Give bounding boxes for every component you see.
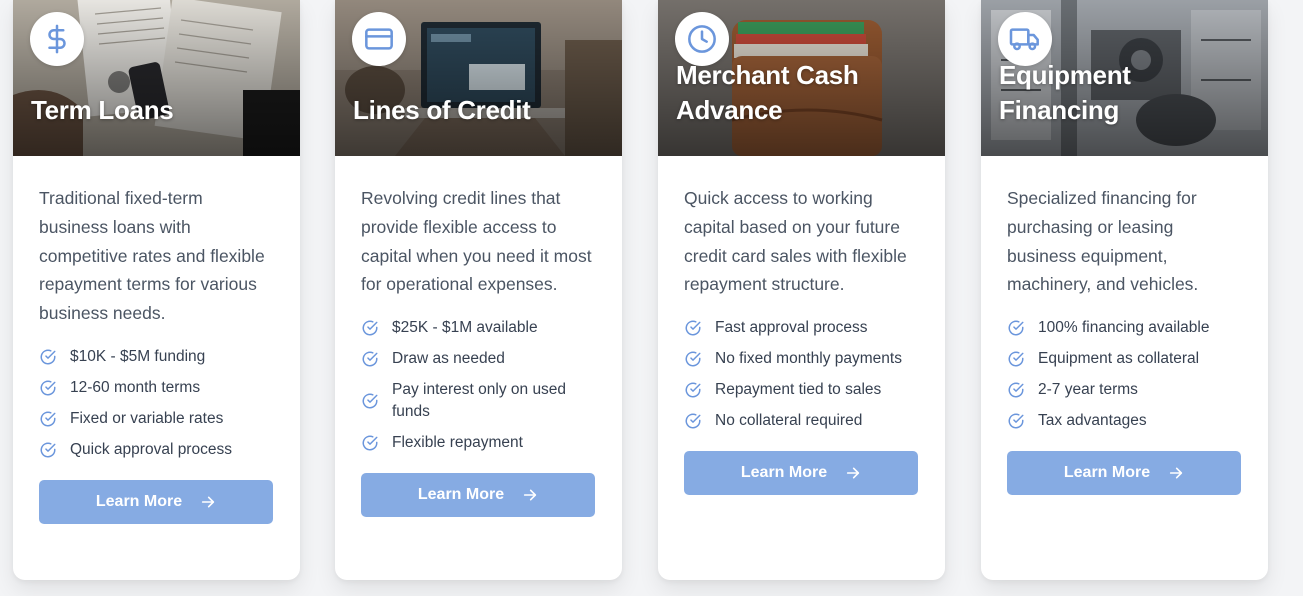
feature-list: Fast approval process No fixed monthly p… bbox=[684, 317, 919, 432]
feature-item: Tax advantages bbox=[1007, 410, 1242, 432]
feature-list: $25K - $1M available Draw as needed Pay … bbox=[361, 317, 596, 454]
feature-text: Repayment tied to sales bbox=[715, 381, 882, 399]
feature-item: Flexible repayment bbox=[361, 432, 596, 454]
arrow-right-icon bbox=[845, 465, 861, 481]
check-circle-icon bbox=[39, 410, 57, 428]
learn-more-button[interactable]: Learn More bbox=[1007, 451, 1241, 496]
feature-text: Quick approval process bbox=[70, 440, 232, 458]
card-description: Revolving credit lines that provide flex… bbox=[361, 188, 592, 295]
card-header-image: Term Loans bbox=[13, 0, 300, 156]
arrow-right-icon bbox=[200, 494, 216, 510]
card-title: Equipment Financing bbox=[999, 60, 1131, 125]
card-description: Quick access to working capital based on… bbox=[684, 188, 907, 295]
feature-text: Tax advantages bbox=[1038, 412, 1147, 430]
card-body: Specialized financing for purchasing or … bbox=[981, 156, 1268, 496]
feature-text: Pay interest only on used funds bbox=[392, 381, 567, 421]
product-card-term-loans: Term Loans Traditional fixed-term busine… bbox=[13, 0, 300, 580]
feature-item: Pay interest only on used funds bbox=[361, 379, 596, 423]
feature-item: 2-7 year terms bbox=[1007, 379, 1242, 401]
product-card-equipment-financing: Equipment Financing Specialized financin… bbox=[981, 0, 1268, 580]
check-circle-icon bbox=[1007, 412, 1025, 430]
check-circle-icon bbox=[1007, 350, 1025, 368]
loan-products-grid: Term Loans Traditional fixed-term busine… bbox=[0, 0, 1303, 596]
feature-item: 100% financing available bbox=[1007, 317, 1242, 339]
button-label: Learn More bbox=[1063, 464, 1151, 482]
dollar-icon bbox=[30, 12, 84, 66]
feature-item: $25K - $1M available bbox=[361, 317, 596, 339]
check-circle-icon bbox=[361, 319, 379, 337]
feature-item: Quick approval process bbox=[39, 439, 274, 461]
check-circle-icon bbox=[39, 441, 57, 459]
feature-text: No collateral required bbox=[715, 412, 863, 430]
feature-item: Fast approval process bbox=[684, 317, 919, 339]
feature-text: Fast approval process bbox=[715, 319, 868, 337]
feature-text: 12-60 month terms bbox=[70, 378, 201, 396]
card-description: Specialized financing for purchasing or … bbox=[1007, 188, 1199, 295]
feature-list: 100% financing available Equipment as co… bbox=[1007, 317, 1242, 432]
feature-text: 100% financing available bbox=[1038, 319, 1210, 337]
feature-text: Draw as needed bbox=[392, 350, 505, 368]
feature-text: $25K - $1M available bbox=[392, 319, 538, 337]
check-circle-icon bbox=[684, 412, 702, 430]
check-circle-icon bbox=[39, 348, 57, 366]
feature-item: Equipment as collateral bbox=[1007, 348, 1242, 370]
product-card-merchant-cash-advance: Merchant Cash Advance Quick access to wo… bbox=[658, 0, 945, 580]
feature-text: Fixed or variable rates bbox=[70, 409, 224, 427]
feature-item: 12-60 month terms bbox=[39, 377, 274, 399]
check-circle-icon bbox=[361, 392, 379, 410]
check-circle-icon bbox=[361, 350, 379, 368]
learn-more-button[interactable]: Learn More bbox=[684, 451, 918, 496]
card-title: Merchant Cash Advance bbox=[676, 60, 859, 125]
product-card-lines-of-credit: Lines of Credit Revolving credit lines t… bbox=[335, 0, 622, 580]
feature-text: Flexible repayment bbox=[392, 434, 523, 452]
card-header-image: Lines of Credit bbox=[335, 0, 622, 156]
feature-item: $10K - $5M funding bbox=[39, 346, 274, 368]
feature-item: Fixed or variable rates bbox=[39, 408, 274, 430]
learn-more-button[interactable]: Learn More bbox=[39, 479, 273, 524]
arrow-right-icon bbox=[522, 487, 538, 503]
card-body: Traditional fixed-term business loans wi… bbox=[13, 156, 300, 524]
arrow-right-icon bbox=[1168, 465, 1184, 481]
feature-text: 2-7 year terms bbox=[1038, 381, 1138, 399]
learn-more-button[interactable]: Learn More bbox=[361, 473, 595, 518]
check-circle-icon bbox=[684, 381, 702, 399]
feature-item: Repayment tied to sales bbox=[684, 379, 919, 401]
card-header-image: Equipment Financing bbox=[981, 0, 1268, 156]
button-label: Learn More bbox=[417, 486, 505, 504]
feature-text: Equipment as collateral bbox=[1038, 350, 1200, 368]
feature-list: $10K - $5M funding 12-60 month terms Fix… bbox=[39, 346, 274, 461]
button-label: Learn More bbox=[95, 492, 183, 510]
check-circle-icon bbox=[39, 379, 57, 397]
feature-text: No fixed monthly payments bbox=[715, 350, 902, 368]
card-body: Quick access to working capital based on… bbox=[658, 156, 945, 496]
card-body: Revolving credit lines that provide flex… bbox=[335, 156, 622, 518]
check-circle-icon bbox=[361, 434, 379, 452]
feature-text: $10K - $5M funding bbox=[70, 347, 206, 365]
check-circle-icon bbox=[684, 350, 702, 368]
card-title: Lines of Credit bbox=[353, 95, 531, 125]
button-label: Learn More bbox=[740, 464, 828, 482]
feature-item: Draw as needed bbox=[361, 348, 596, 370]
feature-item: No collateral required bbox=[684, 410, 919, 432]
feature-item: No fixed monthly payments bbox=[684, 348, 919, 370]
check-circle-icon bbox=[684, 319, 702, 337]
card-header-image: Merchant Cash Advance bbox=[658, 0, 945, 156]
credit-card-icon bbox=[352, 12, 406, 66]
check-circle-icon bbox=[1007, 381, 1025, 399]
card-title: Term Loans bbox=[31, 95, 174, 125]
check-circle-icon bbox=[1007, 319, 1025, 337]
card-description: Traditional fixed-term business loans wi… bbox=[39, 188, 265, 324]
